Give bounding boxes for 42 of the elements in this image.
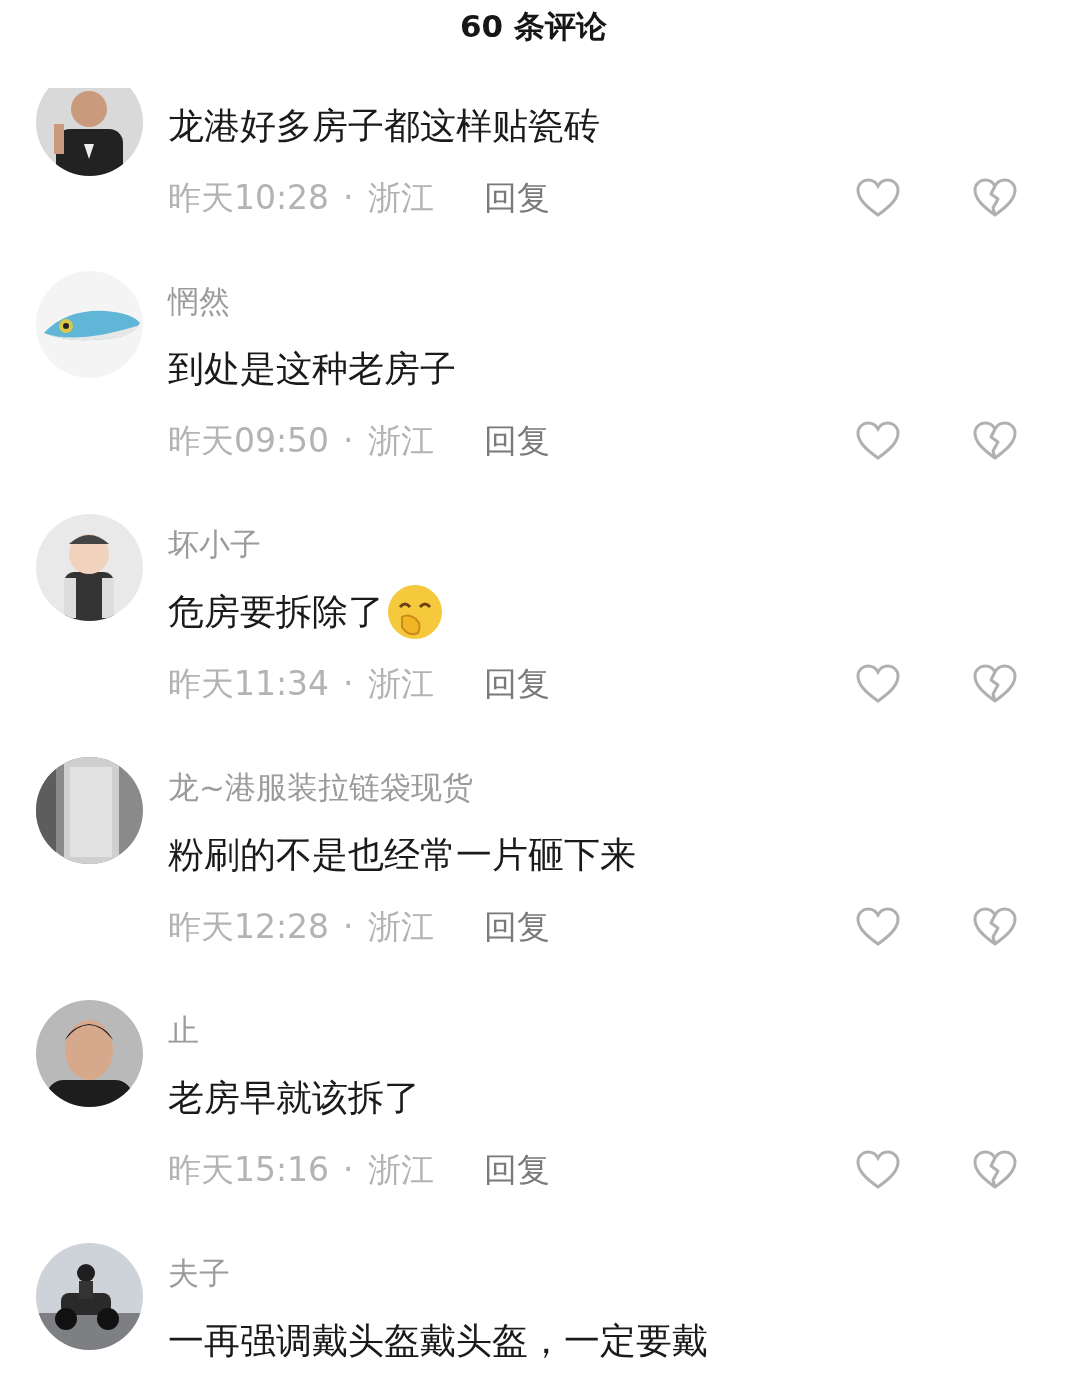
heart-icon[interactable] <box>856 664 900 704</box>
reply-link[interactable]: 回复 <box>483 659 550 709</box>
separator-dot: · <box>343 663 354 706</box>
comment-location: 浙江 <box>367 1149 434 1192</box>
broken-heart-icon[interactable] <box>973 178 1017 218</box>
username[interactable]: 坏小子 <box>168 526 261 562</box>
reply-link[interactable]: 回复 <box>483 902 550 952</box>
comment-text: 老房早就该拆了 <box>168 1076 420 1120</box>
separator-dot: · <box>343 1149 354 1192</box>
broken-heart-icon[interactable] <box>973 421 1017 461</box>
comment-time: 昨天11:34 <box>168 663 330 706</box>
comment-time: 昨天10:28 <box>168 177 330 220</box>
reply-link[interactable]: 回复 <box>483 173 550 223</box>
separator-dot: · <box>343 420 354 463</box>
comment-location: 浙江 <box>367 177 434 220</box>
comment-location: 浙江 <box>367 420 434 463</box>
heart-icon[interactable] <box>856 907 900 947</box>
comment-text: 粉刷的不是也经常一片砸下来 <box>168 833 636 877</box>
comment-text: 危房要拆除了 <box>168 590 384 634</box>
comment-time: 昨天12:28 <box>168 906 330 949</box>
separator-dot: · <box>343 177 354 220</box>
comment-time: 昨天09:50 <box>168 420 330 463</box>
comment-location: 浙江 <box>367 906 434 949</box>
reply-link[interactable]: 回复 <box>483 1145 550 1195</box>
username[interactable]: 惘然 <box>168 283 230 319</box>
comment-time: 昨天15:16 <box>168 1149 330 1192</box>
username[interactable]: 夫子 <box>168 1255 230 1291</box>
comment-text: 到处是这种老房子 <box>168 347 456 391</box>
header-title: 60 条评论 <box>460 7 607 46</box>
heart-icon[interactable] <box>856 178 900 218</box>
broken-heart-icon[interactable] <box>973 664 1017 704</box>
broken-heart-icon[interactable] <box>973 1150 1017 1190</box>
broken-heart-icon[interactable] <box>973 907 1017 947</box>
comment-text: 龙港好多房子都这样贴瓷砖 <box>168 104 600 148</box>
username[interactable]: 止 <box>168 1012 199 1048</box>
username[interactable]: 龙~港服装拉链袋现货 <box>168 769 473 805</box>
comment-text: 一再强调戴头盔戴头盔，一定要戴 <box>168 1319 708 1363</box>
reply-link[interactable]: 回复 <box>483 416 550 466</box>
heart-icon[interactable] <box>856 421 900 461</box>
comment-location: 浙江 <box>367 663 434 706</box>
heart-icon[interactable] <box>856 1150 900 1190</box>
separator-dot: · <box>343 906 354 949</box>
